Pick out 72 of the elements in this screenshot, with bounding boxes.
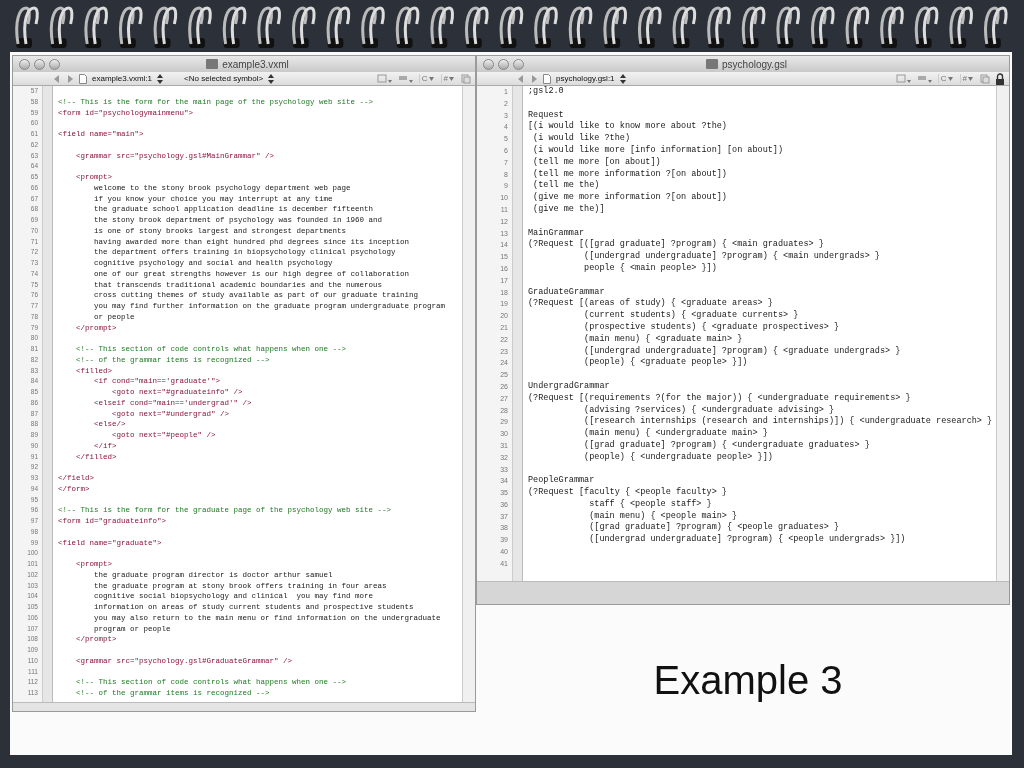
code-line: (?Request [(requirements ?(for the major)) { <undergraduate requirements> }: [528, 392, 911, 403]
code-line: (main menu) { <undergraduate main> }: [583, 428, 768, 439]
code-line: people { <main people> }]): [583, 262, 717, 273]
window-title: psychology.gsl: [722, 58, 787, 70]
code-line: (i would like ?the): [532, 133, 631, 144]
close-button[interactable]: [483, 58, 494, 70]
vertical-scrollbar[interactable]: [462, 86, 475, 702]
stepper-icon: [157, 73, 164, 84]
document-icon: [706, 59, 719, 69]
toolbar-menu-button[interactable]: #: [440, 74, 456, 83]
forward-arrow-icon[interactable]: [66, 74, 74, 83]
horizontal-scrollbar[interactable]: [477, 581, 1009, 604]
code-line: ([grad graduate] ?program) { <people graduates> }: [588, 522, 840, 533]
stepper-icon: [268, 73, 275, 84]
code-line: (main menu) { <people main> }: [588, 510, 738, 521]
code-line: (?Request [(areas of study) { <graduate areas> }: [528, 298, 773, 309]
zoom-button[interactable]: [513, 58, 524, 70]
window-title: example3.vxml: [222, 58, 289, 70]
code-line: (advising ?services) { <undergraduate advising> }: [583, 404, 835, 415]
forward-arrow-icon[interactable]: [530, 74, 538, 83]
back-arrow-icon[interactable]: [517, 74, 525, 83]
lock-icon[interactable]: [995, 72, 1005, 85]
code-line: (current students) { <graduate currents> }: [583, 310, 799, 321]
code-line: MainGrammar: [528, 227, 585, 238]
code-line: ;gsl2.0: [528, 86, 564, 96]
caret-icon: [947, 76, 953, 81]
code-line: Request: [528, 109, 564, 120]
code-line: (people) { <undergraduate people> }]): [583, 451, 773, 462]
code-line: (main menu) { <graduate main> }: [583, 333, 743, 344]
code-line: (tell me more [on about]): [532, 156, 661, 167]
caret-icon: [449, 76, 454, 81]
back-arrow-icon[interactable]: [53, 74, 61, 83]
code-line: UndergradGrammar: [528, 380, 610, 391]
code-line: (?Request [faculty { <people faculty> }: [528, 487, 727, 498]
code-line: (give me the)]: [532, 203, 605, 214]
vertical-scrollbar[interactable]: [996, 86, 1009, 581]
minimize-button[interactable]: [498, 58, 509, 70]
code-line: ([undergrad undergraduate] ?program) { <main undergrads> }: [583, 251, 880, 262]
code-line: [(i would like to know more about ?the): [528, 121, 727, 132]
code-line: ([research internships (research and internships)]) { <undergraduate research> }: [583, 416, 993, 427]
code-line: (tell me the): [532, 180, 600, 191]
close-button[interactable]: [19, 58, 30, 70]
toolbar-menu-button[interactable]: #: [959, 74, 975, 83]
file-icon: [79, 73, 87, 84]
file-menu[interactable]: psychology.gsl:1: [556, 74, 615, 83]
code-line: (?Request [([grad graduate] ?program) { <main graduates> }: [528, 239, 824, 250]
document-icon: [206, 59, 219, 69]
toolbar-menu-button[interactable]: C: [418, 74, 436, 83]
code-line: GraduateGrammar: [528, 286, 605, 297]
code-line: ([undergrad undergraduate] ?program) { <people undergrads> }]): [588, 534, 906, 545]
file-icon: [543, 73, 551, 84]
code-line: (people) { <graduate people> }]): [583, 357, 748, 368]
code-line: (tell me more information ?[on about]): [532, 168, 727, 179]
horizontal-scrollbar[interactable]: [13, 702, 475, 711]
code-line: (prospective students) { <graduate prospectives> }: [583, 321, 840, 332]
code-line: PeopleGrammar: [528, 475, 595, 486]
code-line: ([grad graduate] ?program) { <undergraduate graduates> }: [583, 439, 870, 450]
code-line: (give me more information ?[on about]): [532, 192, 727, 203]
code-line: ([undergrad undergraduate] ?program) { <graduate undergrads> }: [583, 345, 901, 356]
zoom-button[interactable]: [49, 58, 60, 70]
copy-icon[interactable]: [461, 73, 471, 84]
minimize-button[interactable]: [34, 58, 45, 70]
file-menu[interactable]: example3.vxml:1: [92, 74, 153, 83]
symbol-menu[interactable]: <No selected symbol>: [184, 74, 264, 83]
toolbar-menu-button[interactable]: C: [937, 74, 955, 83]
caret-icon: [968, 76, 973, 81]
code-line: (i would like more [info information] [on about]): [532, 145, 784, 155]
caret-icon: [428, 76, 434, 81]
code-line: staff { <people staff> }: [588, 498, 712, 509]
copy-icon[interactable]: [980, 73, 990, 84]
stepper-icon: [619, 73, 626, 84]
slide-caption: Example 3: [653, 657, 843, 703]
